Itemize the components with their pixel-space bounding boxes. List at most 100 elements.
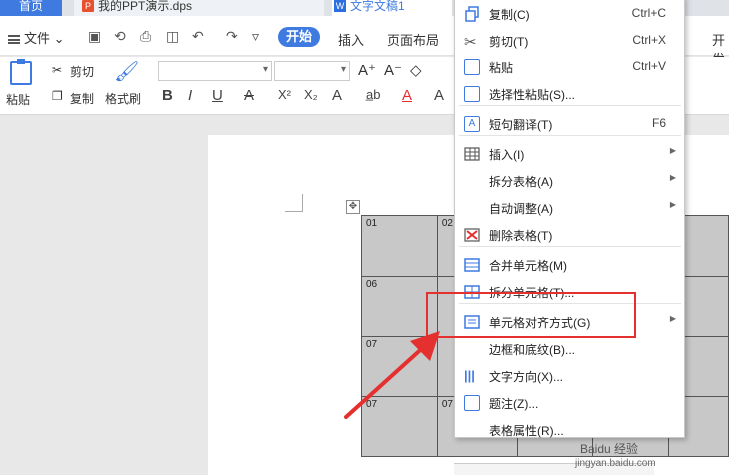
text-direction-icon: ||| [464, 368, 475, 383]
caption-icon [464, 395, 480, 411]
menu-item-label: 合并单元格(M) [489, 259, 567, 273]
tab-start[interactable]: 开始 [278, 27, 320, 47]
file-menu[interactable]: 文件 ⌄ [8, 28, 65, 47]
clear-format-icon[interactable]: ◇ [410, 61, 422, 79]
menu-item-insert[interactable]: 插入(I) ▶ [455, 141, 684, 167]
submenu-arrow-icon: ▶ [669, 200, 676, 209]
tab-home[interactable]: 首页 [0, 0, 62, 16]
tab-ppt-document[interactable]: P 我的PPT演示.dps [74, 0, 381, 16]
more-dropdown-icon[interactable]: ▿ [252, 28, 259, 45]
menu-item-label: 边框和底纹(B)... [489, 343, 575, 357]
export-icon[interactable]: ⟲ [114, 28, 126, 45]
menu-item-label: 表格属性(R)... [489, 424, 564, 438]
menu-item-shortcut: F6 [651, 116, 666, 130]
menu-item-borders-shading[interactable]: 边框和底纹(B)... [455, 336, 684, 362]
ppt-file-icon: P [82, 0, 94, 12]
table-cell[interactable]: 01 [361, 215, 438, 277]
menu-item-label: 剪切(T) [489, 35, 529, 49]
menu-item-label: 粘贴 [489, 61, 514, 75]
scissors-icon: ✂ [52, 63, 63, 77]
menu-item-label: 短句翻译(T) [489, 118, 553, 132]
tab-word-document[interactable]: W 文字文稿1 [332, 0, 452, 16]
menu-item-merge-cells[interactable]: 合并单元格(M) [455, 252, 684, 278]
translate-icon: A [464, 116, 480, 132]
menu-separator [459, 246, 681, 247]
copy-button[interactable]: 复制 [70, 90, 94, 107]
underline-button[interactable]: U [212, 87, 223, 104]
bold-button[interactable]: B [162, 87, 173, 104]
delete-table-icon [464, 227, 480, 243]
format-painter-icon: 🖌 [114, 61, 140, 83]
context-menu: 复制(C) Ctrl+C ✂ 剪切(T) Ctrl+X 粘贴 Ctrl+V 选择… [454, 0, 685, 438]
font-name-combo[interactable] [158, 61, 272, 81]
menu-item-label: 删除表格(T) [489, 229, 553, 243]
menu-item-caption[interactable]: 题注(Z)... [455, 390, 684, 416]
text-effect-button[interactable]: A [332, 87, 342, 104]
file-menu-label: 文件 [24, 31, 51, 46]
paste-button[interactable]: 粘贴 [6, 91, 30, 108]
table-insert-icon [464, 146, 480, 162]
menu-item-label: 选择性粘贴(S)... [489, 88, 575, 102]
annotation-arrow [344, 331, 440, 419]
menu-item-label: 题注(Z)... [489, 397, 539, 411]
menu-item-split-table[interactable]: 拆分表格(A) ▶ [455, 168, 684, 194]
menu-item-table-properties[interactable]: 表格属性(R)... [455, 417, 684, 443]
menu-separator [459, 105, 681, 106]
grow-font-icon[interactable]: A⁺ [358, 61, 376, 79]
scissors-icon: ✂ [464, 34, 477, 51]
submenu-arrow-icon: ▶ [669, 173, 676, 182]
menu-item-shortcut: Ctrl+X [632, 33, 666, 47]
menu-item-shortcut: Ctrl+V [632, 59, 666, 73]
menu-item-auto-fit[interactable]: 自动调整(A) ▶ [455, 195, 684, 221]
font-size-combo[interactable] [274, 61, 350, 81]
menu-item-cut[interactable]: ✂ 剪切(T) Ctrl+X [455, 28, 684, 54]
print-icon[interactable]: ⎙ [140, 28, 151, 45]
hamburger-icon [8, 35, 20, 45]
watermark-text: Baidu 经验 [580, 442, 639, 456]
menu-item-paste[interactable]: 粘贴 Ctrl+V [455, 54, 684, 80]
table-move-handle-icon[interactable]: ✥ [346, 200, 360, 214]
paste-icon[interactable] [10, 59, 32, 85]
tab-word-label: 文字文稿1 [350, 0, 405, 13]
menu-item-label: 自动调整(A) [489, 202, 553, 216]
strikethrough-button[interactable]: A [244, 87, 254, 104]
menu-item-label: 复制(C) [489, 8, 530, 22]
menu-item-translate[interactable]: A 短句翻译(T) F6 [455, 111, 684, 137]
menu-item-copy[interactable]: 复制(C) Ctrl+C [455, 1, 684, 27]
submenu-arrow-icon: ▶ [669, 314, 676, 323]
superscript-button[interactable]: X² [278, 87, 291, 102]
tab-page-layout[interactable]: 页面布局 [387, 30, 439, 49]
word-file-icon: W [334, 0, 346, 12]
preview-icon[interactable]: ◫ [166, 28, 179, 45]
cut-button[interactable]: 剪切 [70, 63, 94, 80]
menu-item-label: 文字方向(X)... [489, 370, 563, 384]
save-icon[interactable]: ▣ [88, 28, 101, 45]
undo-icon[interactable]: ↶ [192, 28, 204, 45]
shrink-font-icon[interactable]: A⁻ [384, 61, 402, 79]
font-color-button[interactable]: A [402, 87, 412, 104]
format-painter-button[interactable]: 格式刷 [105, 90, 141, 107]
margin-corner-mark [285, 194, 303, 212]
menu-item-label: 插入(I) [489, 148, 525, 162]
tab-ppt-label: 我的PPT演示.dps [98, 0, 193, 13]
menu-item-text-direction[interactable]: ||| 文字方向(X)... [455, 363, 684, 389]
merge-cells-icon [464, 257, 480, 273]
menu-item-paste-special[interactable]: 选择性粘贴(S)... [455, 81, 684, 107]
menu-item-delete-table[interactable]: 删除表格(T) [455, 222, 684, 248]
redo-icon[interactable]: ↷ [226, 28, 238, 45]
menu-item-label: 拆分表格(A) [489, 175, 553, 189]
tab-insert[interactable]: 插入 [338, 30, 364, 49]
char-shading-icon[interactable]: A [434, 87, 444, 104]
submenu-arrow-icon: ▶ [669, 146, 676, 155]
italic-button[interactable]: I [188, 87, 192, 104]
subscript-button[interactable]: X₂ [304, 87, 318, 102]
watermark-url: jingyan.baidu.com [575, 458, 656, 469]
copy-icon: ❐ [52, 89, 63, 103]
paste-special-icon [464, 86, 480, 102]
copy-icon [464, 6, 480, 22]
annotation-highlight-box [426, 292, 636, 338]
paste-icon [464, 59, 480, 75]
highlight-icon[interactable]: a̲b [366, 87, 380, 102]
menu-separator [459, 135, 681, 136]
menu-item-shortcut: Ctrl+C [631, 6, 666, 20]
